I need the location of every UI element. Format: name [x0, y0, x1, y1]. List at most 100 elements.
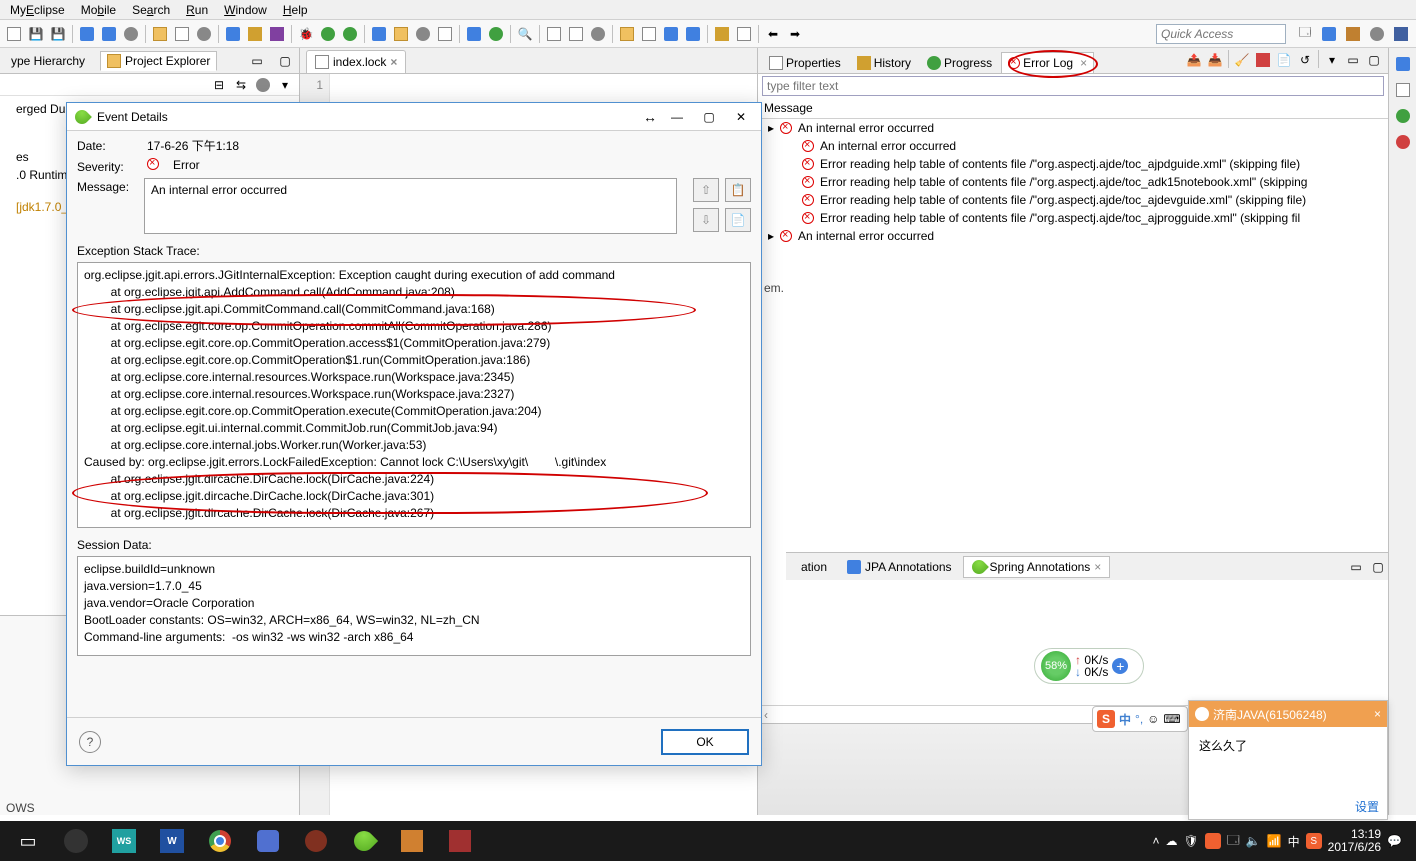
ime-emoji-icon[interactable]: ☺ [1147, 712, 1159, 726]
taskbar-app-myeclipse[interactable] [342, 824, 386, 858]
tb-icon[interactable] [150, 24, 170, 44]
tb-icon[interactable] [683, 24, 703, 44]
tb-icon[interactable] [223, 24, 243, 44]
tb-icon[interactable] [639, 24, 659, 44]
tb-icon[interactable] [712, 24, 732, 44]
errorlog-row[interactable]: ▸An internal error occurred [758, 119, 1388, 137]
taskbar-app[interactable] [54, 824, 98, 858]
taskbar-app-webstorm[interactable]: WS [102, 824, 146, 858]
tab-ation[interactable]: ation [792, 556, 836, 578]
tb-icon[interactable] [661, 24, 681, 44]
errorlog-row[interactable]: Error reading help table of contents fil… [758, 191, 1388, 209]
editor-tab-indexlock[interactable]: index.lock × [306, 50, 406, 73]
menu-myeclipse[interactable]: MyEclipse [4, 3, 71, 17]
help-icon[interactable]: ? [79, 731, 101, 753]
tb-icon[interactable] [99, 24, 119, 44]
new-dropdown-icon[interactable] [4, 24, 24, 44]
tray-network-icon[interactable]: 📶 [1267, 834, 1282, 848]
tb-icon[interactable] [245, 24, 265, 44]
clear-log-icon[interactable]: 🧹 [1232, 50, 1252, 70]
trim-icon[interactable] [1393, 54, 1413, 74]
ok-button[interactable]: OK [661, 729, 749, 755]
tab-history[interactable]: History [850, 52, 918, 73]
prev-event-button[interactable] [693, 178, 719, 202]
open-button[interactable]: 📄 [725, 208, 751, 232]
maximize-view-icon[interactable]: ▢ [275, 51, 295, 71]
delete-log-icon[interactable] [1253, 50, 1273, 70]
close-tab-icon[interactable]: × [1094, 560, 1101, 574]
tray-show-hidden-icon[interactable]: ˄ [1152, 834, 1159, 848]
chat-settings-link[interactable]: 设置 [1355, 798, 1379, 815]
maximize-view-icon[interactable]: ▢ [1364, 50, 1384, 70]
perspective-icon[interactable] [1342, 23, 1364, 45]
task-view-icon[interactable]: ▭ [6, 824, 50, 858]
menu-help[interactable]: Help [277, 3, 314, 17]
errorlog-row[interactable]: An internal error occurred [758, 137, 1388, 155]
tab-properties[interactable]: Properties [762, 52, 848, 73]
errorlog-row[interactable]: Error reading help table of contents fil… [758, 155, 1388, 173]
errorlog-row[interactable]: Error reading help table of contents fil… [758, 173, 1388, 191]
net-speed-widget[interactable]: 58% ↑ 0K/s ↓ 0K/s + [1034, 648, 1144, 684]
open-perspective-icon[interactable]: 🗔 [1294, 23, 1316, 45]
tray-icon[interactable]: 🛡 [1183, 834, 1198, 848]
minimize-view-icon[interactable]: ▭ [1346, 557, 1366, 577]
view-menu-icon[interactable]: ▾ [1322, 50, 1342, 70]
run-icon[interactable] [318, 24, 338, 44]
close-tab-icon[interactable]: × [1080, 56, 1087, 70]
tb-icon[interactable] [194, 24, 214, 44]
tab-type-hierarchy[interactable]: ype Hierarchy [4, 51, 92, 71]
tb-icon[interactable] [486, 24, 506, 44]
tb-icon[interactable] [617, 24, 637, 44]
run-ext-icon[interactable] [340, 24, 360, 44]
open-log-icon[interactable]: 📄 [1274, 50, 1294, 70]
tb-icon[interactable] [734, 24, 754, 44]
tab-progress[interactable]: Progress [920, 52, 999, 73]
minimize-view-icon[interactable]: ▭ [1343, 50, 1363, 70]
save-icon[interactable]: 💾 [26, 24, 46, 44]
taskbar-app-chrome[interactable] [198, 824, 242, 858]
close-tab-icon[interactable]: × [390, 55, 397, 69]
tb-icon[interactable] [391, 24, 411, 44]
session-text[interactable]: eclipse.buildId=unknown java.version=1.7… [77, 556, 751, 656]
quick-access-input[interactable] [1156, 24, 1286, 44]
menu-mobile[interactable]: Mobile [75, 3, 122, 17]
menu-run[interactable]: Run [180, 3, 214, 17]
view-menu-icon[interactable]: ▾ [275, 75, 295, 95]
errorlog-list[interactable]: ▸An internal error occurred An internal … [758, 119, 1388, 705]
maximize-icon[interactable]: ▢ [697, 107, 721, 127]
tray-icon[interactable]: ☁ [1165, 834, 1177, 848]
debug-icon[interactable]: 🐞 [296, 24, 316, 44]
trim-icon[interactable] [1393, 132, 1413, 152]
taskbar-app[interactable] [390, 824, 434, 858]
export-log-icon[interactable]: 📤 [1184, 50, 1204, 70]
tab-project-explorer[interactable]: Project Explorer [100, 51, 217, 71]
tb-icon[interactable] [588, 24, 608, 44]
menu-window[interactable]: Window [218, 3, 273, 17]
perspective-icon[interactable] [1366, 23, 1388, 45]
menu-search[interactable]: Search [126, 3, 176, 17]
maximize-view-icon[interactable]: ▢ [1368, 557, 1388, 577]
minimize-icon[interactable]: — [665, 107, 689, 127]
tb-icon[interactable] [172, 24, 192, 44]
tb-icon[interactable] [464, 24, 484, 44]
ime-toolbar[interactable]: S 中 °, ☺ ⌨ [1092, 706, 1188, 732]
tab-jpa-annotations[interactable]: JPA Annotations [838, 556, 961, 578]
minimize-view-icon[interactable]: ▭ [247, 51, 267, 71]
tray-volume-icon[interactable]: 🔈 [1246, 834, 1261, 848]
perspective-icon[interactable] [1390, 23, 1412, 45]
close-icon[interactable]: × [1374, 707, 1381, 721]
tray-battery-icon[interactable]: 🗔 [1227, 831, 1240, 852]
taskbar-app[interactable] [294, 824, 338, 858]
resize-grip-icon[interactable]: ↔ [643, 109, 657, 125]
tab-error-log[interactable]: Error Log× [1001, 52, 1094, 73]
save-all-icon[interactable]: 💾 [48, 24, 68, 44]
tray-clock[interactable]: 13:19 2017/6/26 [1328, 828, 1381, 854]
tb-icon[interactable] [413, 24, 433, 44]
stacktrace-text[interactable]: org.eclipse.jgit.api.errors.JGitInternal… [77, 262, 751, 528]
expand-icon[interactable]: + [1112, 658, 1128, 674]
dialog-titlebar[interactable]: Event Details ↔ — ▢ ✕ [67, 103, 761, 131]
tb-icon[interactable] [267, 24, 287, 44]
close-icon[interactable]: ✕ [729, 107, 753, 127]
ime-keyboard-icon[interactable]: ⌨ [1163, 712, 1180, 726]
chat-header[interactable]: 济南JAVA(61506248) × [1189, 701, 1387, 727]
